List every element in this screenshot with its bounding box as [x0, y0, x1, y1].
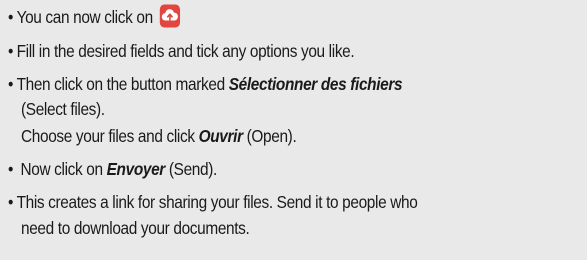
step-text: (Open).: [242, 126, 297, 146]
upload-cloud-icon: [159, 4, 181, 28]
step-text: (Select files).: [21, 99, 105, 119]
bullet: •: [8, 41, 14, 61]
select-files-button-label: Sélectionner des fichiers: [228, 74, 403, 94]
send-button-label: Envoyer: [106, 159, 166, 179]
step-send: • Now click on Envoyer (Send).: [8, 158, 217, 180]
step-click-icon: • You can now click on: [8, 4, 181, 30]
step-text: need to download your documents.: [21, 218, 250, 238]
step-text: Then click on the button marked: [16, 74, 229, 94]
open-button-label: Ouvrir: [198, 126, 243, 146]
step-open-files: Choose your files and click Ouvrir (Open…: [21, 125, 297, 147]
step-text: Now click on: [16, 159, 107, 179]
bullet: •: [8, 159, 14, 179]
step-share-link-continued: need to download your documents.: [21, 217, 250, 239]
step-share-link: • This creates a link for sharing your fi…: [8, 191, 418, 213]
bullet: •: [8, 74, 14, 94]
step-text: This creates a link for sharing your fil…: [16, 192, 418, 212]
instructions-panel: • You can now click on • Fill in the desir…: [0, 0, 587, 260]
step-text: Fill in the desired fields and tick any …: [16, 41, 355, 61]
bullet: •: [8, 7, 14, 27]
step-select-files: • Then click on the button marked Sélecti…: [8, 73, 403, 95]
step-text: Choose your files and click: [21, 126, 199, 146]
step-text: (Send).: [164, 159, 217, 179]
step-fill-fields: • Fill in the desired fields and tick any…: [8, 40, 355, 62]
step-text: You can now click on: [16, 7, 154, 27]
step-select-files-translation: (Select files).: [21, 98, 105, 120]
bullet: •: [8, 192, 14, 212]
